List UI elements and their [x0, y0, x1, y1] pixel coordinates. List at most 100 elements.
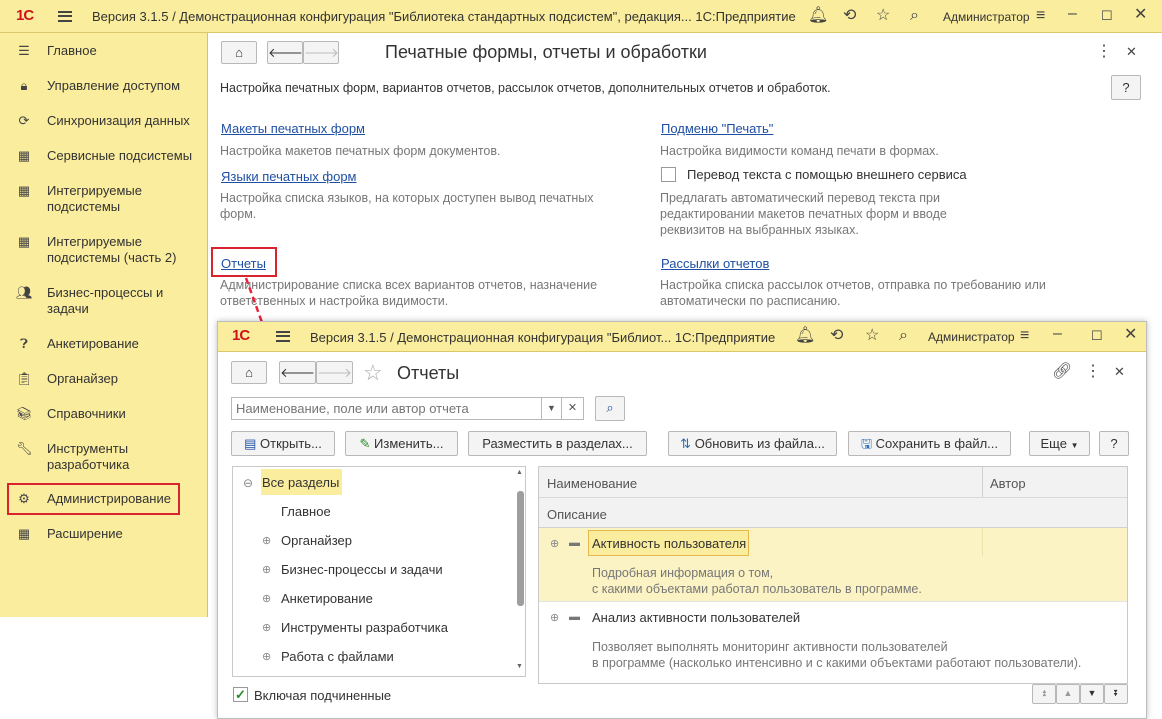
tree-item-main[interactable]: Главное: [281, 504, 331, 519]
close-form-icon[interactable]: ✕: [1126, 44, 1137, 60]
link-reports[interactable]: Отчеты: [221, 256, 266, 271]
home-button[interactable]: ⌂: [221, 41, 257, 64]
forward-button[interactable]: 🡒: [303, 41, 339, 64]
tree-item-devtools[interactable]: Инструменты разработчика: [281, 620, 448, 635]
popup-logo: 1С: [232, 327, 250, 344]
grid-icon: ▦: [17, 183, 31, 198]
scroll-up-icon[interactable]: ▲: [516, 469, 523, 476]
scroll-down-icon[interactable]: ▼: [516, 663, 523, 670]
search-icon[interactable]: ⌕: [899, 328, 908, 344]
find-button[interactable]: ⌕: [595, 396, 625, 421]
more-vertical-icon[interactable]: ⋮: [1085, 364, 1101, 380]
expand-icon[interactable]: ⊕: [262, 563, 271, 576]
popup-back-button[interactable]: 🡐: [279, 361, 316, 384]
link-print-submenu[interactable]: Подменю "Печать": [661, 121, 773, 136]
translate-checkbox[interactable]: [661, 167, 676, 182]
user-name[interactable]: Администратор: [943, 10, 1030, 24]
minimize-icon[interactable]: –: [1053, 326, 1062, 342]
main-menu-icon[interactable]: [58, 11, 72, 22]
move-bottom-button[interactable]: ⏬︎: [1104, 684, 1128, 704]
translate-checkbox-label[interactable]: Перевод текста с помощью внешнего сервис…: [687, 167, 967, 182]
close-form-icon[interactable]: ✕: [1114, 364, 1125, 380]
maximize-icon[interactable]: ☐: [1091, 328, 1103, 344]
search-icon[interactable]: ⌕: [910, 8, 919, 24]
expand-icon[interactable]: ⊕: [262, 592, 271, 605]
col-author-header[interactable]: Автор: [990, 476, 1026, 491]
reports-desc: Администрирование списка всех вариантов …: [220, 278, 598, 308]
link-icon[interactable]: 🔗︎: [1052, 364, 1072, 380]
search-icon: ⌕: [606, 400, 614, 415]
open-button[interactable]: ▤ Открыть...: [231, 431, 335, 456]
move-down-button[interactable]: ▼: [1080, 684, 1104, 704]
header-divider: [539, 497, 1127, 498]
settings-menu-icon[interactable]: ≡: [1020, 328, 1029, 344]
star-icon[interactable]: ☆: [865, 328, 879, 344]
bell-icon[interactable]: 🔔︎: [808, 8, 828, 24]
report-name[interactable]: Активность пользователя: [592, 536, 746, 551]
minimize-icon[interactable]: –: [1068, 6, 1077, 22]
arrow-right-icon: 🡒: [317, 365, 352, 380]
window-title: Версия 3.1.5 / Демонстрационная конфигур…: [92, 9, 796, 24]
collapse-icon[interactable]: ⊖: [243, 476, 253, 490]
gear-icon: ⚙: [18, 491, 30, 506]
home-icon: ⌂: [245, 365, 253, 380]
popup-home-button[interactable]: ⌂: [231, 361, 267, 384]
edit-button[interactable]: ✎ Изменить...: [345, 431, 458, 456]
tree-item-business[interactable]: Бизнес-процессы и задачи: [281, 562, 443, 577]
expand-icon[interactable]: ⊕: [262, 650, 271, 663]
popup-menu-icon[interactable]: [276, 331, 290, 342]
more-button[interactable]: Еще ▼: [1029, 431, 1090, 456]
update-from-file-button[interactable]: ⇅ Обновить из файла...: [668, 431, 837, 456]
search-history-dropdown[interactable]: ▼: [542, 397, 562, 420]
settings-menu-icon[interactable]: ≡: [1036, 8, 1045, 24]
history-icon[interactable]: ⟲: [830, 328, 843, 344]
link-print-layouts[interactable]: Макеты печатных форм: [221, 121, 365, 136]
pencil-icon: ✎: [359, 436, 371, 451]
col-name-header[interactable]: Наименование: [547, 476, 637, 491]
include-sub-label[interactable]: Включая подчиненные: [254, 688, 391, 703]
tree-item-organizer[interactable]: Органайзер: [281, 533, 352, 548]
wrench-icon: 🔧︎: [16, 441, 33, 456]
include-sub-checkbox[interactable]: ✓: [233, 687, 248, 702]
report-search-input[interactable]: [231, 397, 542, 420]
maximize-icon[interactable]: ☐: [1101, 8, 1113, 24]
move-up-button[interactable]: ▲: [1056, 684, 1080, 704]
back-button[interactable]: 🡐: [267, 41, 303, 64]
col-desc-header[interactable]: Описание: [547, 507, 607, 522]
link-print-languages[interactable]: Языки печатных форм: [221, 169, 357, 184]
tree-root[interactable]: Все разделы: [262, 475, 339, 490]
menu-icon: ☰: [18, 43, 30, 58]
reports-title: Отчеты: [397, 363, 460, 383]
link-mailing[interactable]: Рассылки отчетов: [661, 256, 769, 271]
bell-icon[interactable]: 🔔︎: [795, 328, 815, 344]
expand-icon[interactable]: ⊕: [262, 534, 271, 547]
report-option-icon: ▬: [569, 611, 580, 623]
clear-search-button[interactable]: ✕: [562, 397, 584, 420]
close-icon[interactable]: ✕: [1134, 7, 1147, 23]
tree-scroll-thumb[interactable]: [517, 491, 524, 606]
reports-window: 1С Версия 3.1.5 / Демонстрационная конфи…: [217, 321, 1147, 719]
help-button[interactable]: ?: [1111, 75, 1141, 100]
expand-icon[interactable]: ⊕: [262, 621, 271, 634]
history-icon[interactable]: ⟲: [843, 8, 856, 24]
tree-item-survey[interactable]: Анкетирование: [281, 591, 373, 606]
row-separator: [539, 601, 1127, 602]
report-name[interactable]: Анализ активности пользователей: [592, 610, 800, 625]
tree-scrollbar[interactable]: ▲ ▼: [516, 469, 525, 674]
save-to-file-button[interactable]: 🖫︎ Сохранить в файл...: [848, 431, 1011, 456]
move-top-button[interactable]: ⏫︎: [1032, 684, 1056, 704]
popup-help-button[interactable]: ?: [1099, 431, 1129, 456]
expand-icon[interactable]: ⊕: [550, 537, 559, 550]
sections-tree: ⊖ Все разделы Главное ⊕ Органайзер ⊕ Биз…: [232, 466, 526, 677]
tree-item-files[interactable]: Работа с файлами: [281, 649, 394, 664]
chevron-down-icon: ▼: [1070, 441, 1079, 450]
popup-user-name[interactable]: Администратор: [928, 330, 1015, 344]
star-icon[interactable]: ☆: [876, 8, 890, 24]
close-icon[interactable]: ✕: [1124, 327, 1137, 343]
place-in-sections-button[interactable]: Разместить в разделах...: [468, 431, 647, 456]
popup-forward-button[interactable]: 🡒: [316, 361, 353, 384]
more-vertical-icon[interactable]: ⋮: [1096, 44, 1112, 60]
expand-icon[interactable]: ⊕: [550, 611, 559, 624]
grid-icon: ▦: [17, 526, 31, 541]
favorite-star-icon[interactable]: ☆: [363, 360, 383, 386]
